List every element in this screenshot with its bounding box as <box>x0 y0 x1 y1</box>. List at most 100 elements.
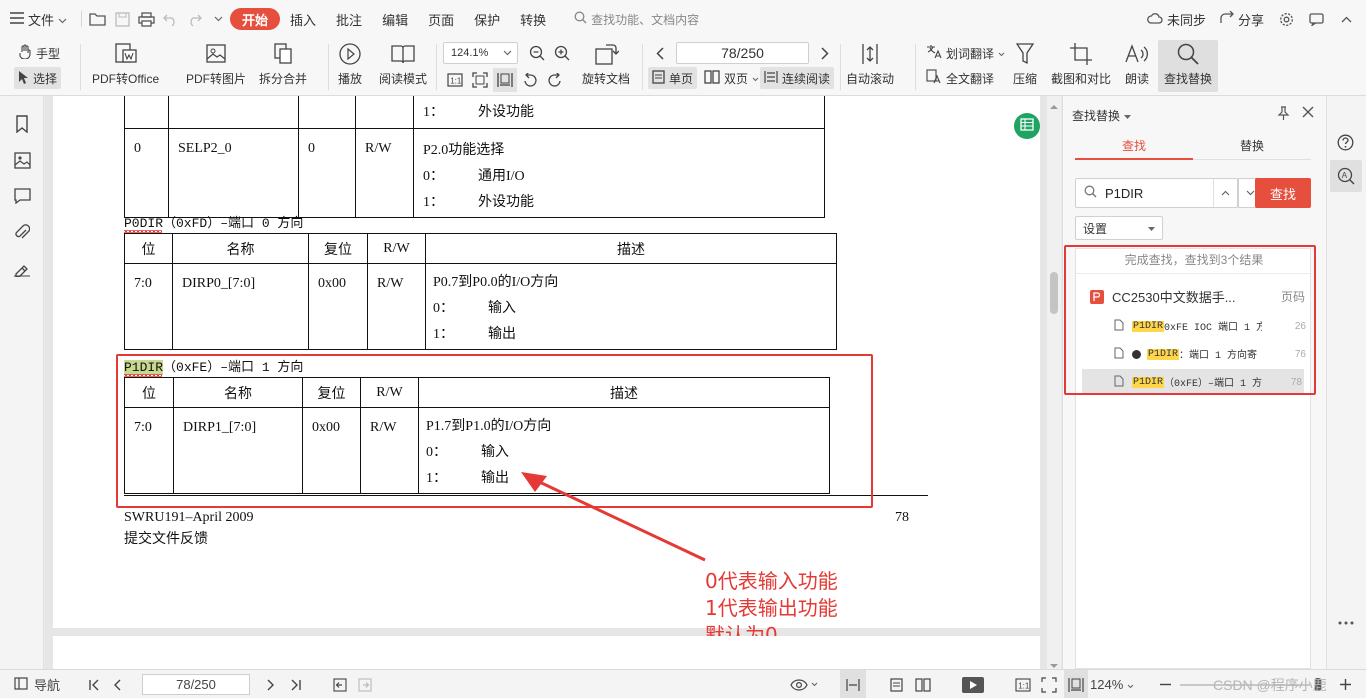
tab-annotate[interactable]: 批注 <box>326 6 372 32</box>
prev-page-icon[interactable] <box>113 670 121 698</box>
tab-edit[interactable]: 编辑 <box>372 6 418 32</box>
actual-size-icon[interactable]: 1:1 <box>1015 670 1031 698</box>
last-page-icon[interactable] <box>290 670 302 698</box>
single-page-icon[interactable] <box>890 670 903 698</box>
help-icon[interactable] <box>1337 134 1354 154</box>
rotate-right-icon[interactable] <box>543 68 567 92</box>
eye-protection-icon[interactable] <box>790 670 808 698</box>
read-mode-button[interactable]: 阅读模式 <box>379 42 427 87</box>
vertical-scrollbar[interactable] <box>1047 96 1061 669</box>
tab-replace[interactable]: 替换 <box>1193 132 1311 160</box>
full-translate-button[interactable]: 全文翻译 <box>922 67 998 89</box>
zoom-out-icon[interactable] <box>525 41 549 65</box>
message-icon[interactable] <box>1304 7 1328 31</box>
thumbnail-icon[interactable] <box>12 150 32 170</box>
double-page-button[interactable]: 双页 <box>700 67 763 89</box>
collapse-ribbon-icon[interactable] <box>1334 7 1358 31</box>
document-viewer[interactable]: 1： 外设功能 0 SELP2_0 0 R/W P2.0功能选择 0： 通用I/O… <box>45 96 1047 669</box>
next-page-icon[interactable] <box>813 41 837 65</box>
pin-icon[interactable] <box>1277 106 1290 123</box>
find-replace-button[interactable]: 查找替换 <box>1158 40 1218 92</box>
tab-home[interactable]: 开始 <box>230 8 281 30</box>
next-page-icon[interactable] <box>267 670 275 698</box>
read-aloud-label: 朗读 <box>1124 72 1149 86</box>
chevron-down-icon <box>1127 677 1134 692</box>
attachment-icon[interactable] <box>12 222 32 242</box>
pdf-to-office-button[interactable]: PDF转Office <box>92 42 159 87</box>
comment-icon[interactable] <box>12 186 32 206</box>
auto-scroll-icon <box>858 42 882 66</box>
share-button[interactable]: 分享 <box>1216 6 1268 32</box>
navigation-toggle[interactable]: 导航 <box>14 670 60 698</box>
back-icon[interactable] <box>333 670 347 698</box>
play-icon[interactable] <box>962 670 984 698</box>
compress-button[interactable]: 压缩 <box>1013 42 1037 87</box>
customize-chevron-icon[interactable] <box>206 7 230 31</box>
double-page-icon[interactable] <box>915 670 931 698</box>
page-number-input[interactable]: 78/250 <box>676 42 809 64</box>
tab-protect[interactable]: 保护 <box>464 6 510 32</box>
rotate-document-button[interactable]: 旋转文档 <box>582 42 630 87</box>
sync-button[interactable]: 未同步 <box>1143 6 1210 32</box>
settings-dropdown[interactable]: 设置 <box>1075 216 1163 240</box>
fit-width-icon[interactable] <box>1064 670 1088 698</box>
caret-down-icon <box>1124 109 1132 123</box>
status-page-input[interactable]: 78/250 <box>142 674 250 695</box>
footer-doc-id: SWRU191–April 2009 <box>124 510 254 525</box>
file-menu[interactable]: 文件 <box>0 6 77 32</box>
read-aloud-button[interactable]: 朗读 <box>1124 42 1150 87</box>
save-icon[interactable] <box>110 7 134 31</box>
fit-width-icon[interactable] <box>493 68 517 92</box>
table-extract-button[interactable] <box>1014 113 1040 139</box>
split-merge-button[interactable]: 拆分合并 <box>259 42 307 87</box>
scrollbar-thumb[interactable] <box>1050 272 1058 314</box>
print-icon[interactable] <box>134 7 158 31</box>
feedback-link[interactable]: 提交文件反馈 <box>124 528 208 548</box>
play-button[interactable]: 播放 <box>338 42 362 87</box>
settings-gear-icon[interactable] <box>1274 7 1298 31</box>
find-query-field[interactable]: P1DIR <box>1075 178 1238 208</box>
panel-title[interactable]: 查找替换 <box>1072 107 1132 124</box>
single-page-button[interactable]: 单页 <box>648 67 698 89</box>
redo-icon[interactable] <box>182 7 206 31</box>
tab-page[interactable]: 页面 <box>418 6 464 32</box>
chevron-down-icon <box>58 12 67 27</box>
prev-page-icon[interactable] <box>648 41 672 65</box>
pdf-to-image-button[interactable]: PDF转图片 <box>186 42 246 87</box>
tab-insert[interactable]: 插入 <box>280 6 326 32</box>
fit-page-icon[interactable] <box>1041 670 1057 698</box>
bookmark-icon[interactable] <box>12 114 32 134</box>
zoom-select[interactable]: 124.1% <box>443 42 518 64</box>
word-translate-button[interactable]: 划词翻译 <box>922 42 1009 64</box>
tab-convert[interactable]: 转换 <box>510 6 556 32</box>
signature-icon[interactable] <box>12 258 32 278</box>
screenshot-compare-button[interactable]: 截图和对比 <box>1051 42 1111 87</box>
first-page-icon[interactable] <box>88 670 100 698</box>
select-tool-button[interactable]: 选择 <box>14 67 62 89</box>
chevron-down-icon[interactable] <box>811 670 818 698</box>
find-replace-icon[interactable]: A <box>1330 160 1362 192</box>
tab-find[interactable]: 查找 <box>1075 132 1193 160</box>
more-options-icon[interactable] <box>1338 614 1354 628</box>
auto-scroll-button[interactable]: 自动滚动 <box>846 42 894 87</box>
zoom-out-icon[interactable] <box>1160 670 1171 698</box>
forward-icon[interactable] <box>358 670 372 698</box>
previous-result-icon[interactable] <box>1213 179 1237 207</box>
magnifier-icon <box>1176 42 1200 66</box>
zoom-in-icon[interactable] <box>550 41 574 65</box>
find-button[interactable]: 查找 <box>1255 178 1311 208</box>
actual-size-icon[interactable]: 1:1 <box>443 68 467 92</box>
hand-tool-button[interactable]: 手型 <box>14 42 64 64</box>
undo-icon[interactable] <box>158 7 182 31</box>
zoom-in-icon[interactable] <box>1340 670 1351 698</box>
feature-search[interactable]: 查找功能、文档内容 <box>574 11 699 28</box>
fit-page-icon[interactable] <box>468 68 492 92</box>
rotate-left-icon[interactable] <box>518 68 542 92</box>
zoom-dropdown[interactable]: 124% <box>1090 670 1134 698</box>
scroll-up-icon[interactable] <box>1050 98 1058 112</box>
continuous-mode-icon[interactable] <box>840 670 866 698</box>
continuous-read-button[interactable]: 连续阅读 <box>760 67 835 89</box>
open-folder-icon[interactable] <box>86 7 110 31</box>
close-icon[interactable] <box>1302 106 1314 121</box>
search-icon <box>1084 185 1097 201</box>
